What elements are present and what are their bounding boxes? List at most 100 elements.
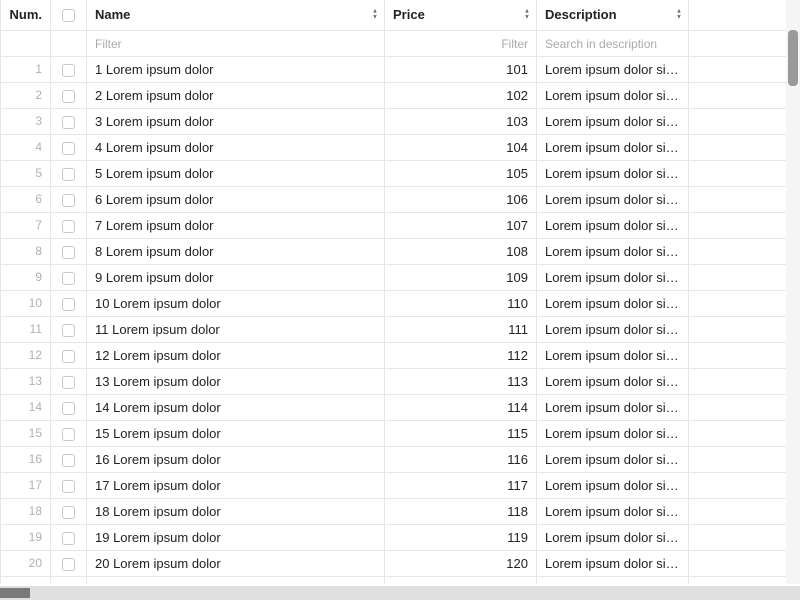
sort-icon[interactable]: ▲▼: [524, 9, 530, 20]
sort-icon[interactable]: ▲▼: [372, 9, 378, 20]
filter-description-input[interactable]: [545, 37, 680, 51]
cell-description: Lorem ipsum dolor sit a…: [537, 524, 689, 550]
table-row[interactable]: 88 Lorem ipsum dolor108Lorem ipsum dolor…: [1, 238, 793, 264]
table-row[interactable]: 1717 Lorem ipsum dolor117Lorem ipsum dol…: [1, 472, 793, 498]
table-row[interactable]: 1919 Lorem ipsum dolor119Lorem ipsum dol…: [1, 524, 793, 550]
table-row[interactable]: 1515 Lorem ipsum dolor115Lorem ipsum dol…: [1, 420, 793, 446]
table-row[interactable]: 44 Lorem ipsum dolor104Lorem ipsum dolor…: [1, 134, 793, 160]
table-row[interactable]: 2121 Lorem ipsum dolor121Lorem ipsum dol…: [1, 576, 793, 584]
row-checkbox[interactable]: [62, 506, 75, 519]
cell-checkbox[interactable]: [51, 160, 87, 186]
cell-checkbox[interactable]: [51, 342, 87, 368]
cell-name: 8 Lorem ipsum dolor: [87, 238, 385, 264]
cell-checkbox[interactable]: [51, 420, 87, 446]
vertical-scrollbar[interactable]: [786, 0, 800, 584]
cell-price: 114: [385, 394, 537, 420]
row-checkbox[interactable]: [62, 90, 75, 103]
cell-checkbox[interactable]: [51, 524, 87, 550]
row-checkbox[interactable]: [62, 194, 75, 207]
row-checkbox[interactable]: [62, 142, 75, 155]
row-checkbox[interactable]: [62, 428, 75, 441]
table-row[interactable]: 33 Lorem ipsum dolor103Lorem ipsum dolor…: [1, 108, 793, 134]
row-checkbox[interactable]: [62, 532, 75, 545]
table-row[interactable]: 2020 Lorem ipsum dolor120Lorem ipsum dol…: [1, 550, 793, 576]
horizontal-scrollbar[interactable]: [0, 586, 786, 600]
cell-created: [689, 290, 793, 316]
horizontal-scrollbar-thumb[interactable]: [0, 588, 30, 598]
cell-description: Lorem ipsum dolor sit a…: [537, 108, 689, 134]
cell-created: [689, 446, 793, 472]
cell-description: Lorem ipsum dolor sit a…: [537, 56, 689, 82]
header-price[interactable]: Price ▲▼: [385, 0, 537, 30]
header-price-label: Price: [393, 7, 425, 22]
table-row[interactable]: 99 Lorem ipsum dolor109Lorem ipsum dolor…: [1, 264, 793, 290]
cell-checkbox[interactable]: [51, 368, 87, 394]
cell-num: 17: [1, 472, 51, 498]
row-checkbox[interactable]: [62, 168, 75, 181]
cell-description: Lorem ipsum dolor sit a…: [537, 290, 689, 316]
cell-checkbox[interactable]: [51, 498, 87, 524]
table-row[interactable]: 22 Lorem ipsum dolor102Lorem ipsum dolor…: [1, 82, 793, 108]
header-row: Num. Name ▲▼ Price ▲▼ Description: [1, 0, 793, 30]
table-row[interactable]: 1111 Lorem ipsum dolor111Lorem ipsum dol…: [1, 316, 793, 342]
cell-price: 104: [385, 134, 537, 160]
row-checkbox[interactable]: [62, 324, 75, 337]
cell-checkbox[interactable]: [51, 108, 87, 134]
row-checkbox[interactable]: [62, 454, 75, 467]
cell-num: 14: [1, 394, 51, 420]
header-created[interactable]: Cre: [689, 0, 793, 30]
select-all-checkbox[interactable]: [62, 9, 75, 22]
table-row[interactable]: 77 Lorem ipsum dolor107Lorem ipsum dolor…: [1, 212, 793, 238]
header-description[interactable]: Description ▲▼: [537, 0, 689, 30]
row-checkbox[interactable]: [62, 272, 75, 285]
table-row[interactable]: 1010 Lorem ipsum dolor110Lorem ipsum dol…: [1, 290, 793, 316]
row-checkbox[interactable]: [62, 246, 75, 259]
row-checkbox[interactable]: [62, 220, 75, 233]
cell-checkbox[interactable]: [51, 472, 87, 498]
cell-checkbox[interactable]: [51, 576, 87, 584]
cell-created: [689, 576, 793, 584]
table-row[interactable]: 1313 Lorem ipsum dolor113Lorem ipsum dol…: [1, 368, 793, 394]
cell-name: 18 Lorem ipsum dolor: [87, 498, 385, 524]
row-checkbox[interactable]: [62, 480, 75, 493]
cell-checkbox[interactable]: [51, 316, 87, 342]
row-checkbox[interactable]: [62, 350, 75, 363]
cell-checkbox[interactable]: [51, 264, 87, 290]
table-row[interactable]: 11 Lorem ipsum dolor101Lorem ipsum dolor…: [1, 56, 793, 82]
cell-checkbox[interactable]: [51, 186, 87, 212]
row-checkbox[interactable]: [62, 64, 75, 77]
filter-price-input[interactable]: [393, 37, 528, 51]
cell-checkbox[interactable]: [51, 82, 87, 108]
cell-checkbox[interactable]: [51, 238, 87, 264]
table-row[interactable]: 55 Lorem ipsum dolor105Lorem ipsum dolor…: [1, 160, 793, 186]
cell-checkbox[interactable]: [51, 550, 87, 576]
cell-name: 11 Lorem ipsum dolor: [87, 316, 385, 342]
row-checkbox[interactable]: [62, 298, 75, 311]
sort-icon[interactable]: ▲▼: [676, 9, 682, 20]
cell-description: Lorem ipsum dolor sit a…: [537, 264, 689, 290]
vertical-scrollbar-thumb[interactable]: [788, 30, 798, 86]
header-num[interactable]: Num.: [1, 0, 51, 30]
table-row[interactable]: 1818 Lorem ipsum dolor118Lorem ipsum dol…: [1, 498, 793, 524]
table-row[interactable]: 66 Lorem ipsum dolor106Lorem ipsum dolor…: [1, 186, 793, 212]
cell-checkbox[interactable]: [51, 446, 87, 472]
filter-name-input[interactable]: [95, 37, 376, 51]
cell-checkbox[interactable]: [51, 290, 87, 316]
cell-checkbox[interactable]: [51, 134, 87, 160]
row-checkbox[interactable]: [62, 116, 75, 129]
row-checkbox[interactable]: [62, 402, 75, 415]
cell-created: [689, 238, 793, 264]
row-checkbox[interactable]: [62, 376, 75, 389]
header-select-all[interactable]: [51, 0, 87, 30]
cell-checkbox[interactable]: [51, 394, 87, 420]
cell-name: 19 Lorem ipsum dolor: [87, 524, 385, 550]
cell-checkbox[interactable]: [51, 56, 87, 82]
header-name[interactable]: Name ▲▼: [87, 0, 385, 30]
table-row[interactable]: 1414 Lorem ipsum dolor114Lorem ipsum dol…: [1, 394, 793, 420]
cell-price: 110: [385, 290, 537, 316]
cell-num: 2: [1, 82, 51, 108]
cell-checkbox[interactable]: [51, 212, 87, 238]
table-row[interactable]: 1212 Lorem ipsum dolor112Lorem ipsum dol…: [1, 342, 793, 368]
row-checkbox[interactable]: [62, 558, 75, 571]
table-row[interactable]: 1616 Lorem ipsum dolor116Lorem ipsum dol…: [1, 446, 793, 472]
